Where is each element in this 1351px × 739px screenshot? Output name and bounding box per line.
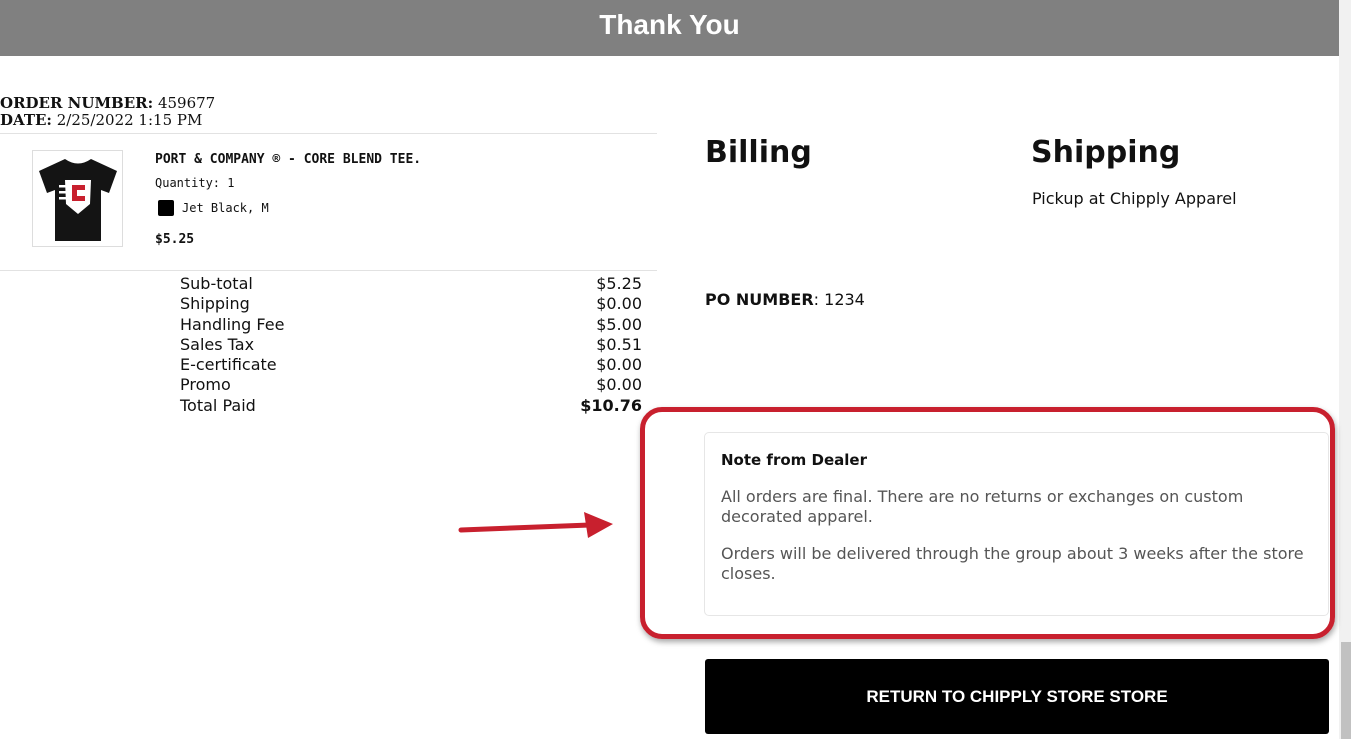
totals-amount: $10.76 [580,395,642,415]
page-title: Thank You [599,9,740,40]
totals-amount: $5.00 [596,314,642,334]
order-meta: ORDER NUMBER: 459677 DATE: 2/25/2022 1:1… [0,95,215,129]
scrollbar-track[interactable] [1339,0,1351,739]
totals-label: E-certificate [180,355,277,375]
totals-amount: $0.00 [596,375,642,395]
totals-amount: $0.00 [596,355,642,375]
order-number-line: ORDER NUMBER: 459677 [0,95,215,112]
totals-amount: $0.00 [596,294,642,314]
product-image [32,150,123,247]
black-tshirt-icon [39,159,117,241]
po-number-value: : 1234 [813,290,865,309]
order-date-label: DATE: [0,111,52,129]
totals-row: Sales Tax $0.51 [180,335,642,355]
product-variant-label: Jet Black, M [182,201,269,215]
totals-label: Promo [180,375,231,395]
dealer-note-paragraph: All orders are final. There are no retur… [721,487,1244,526]
totals-label: Handling Fee [180,314,285,334]
product-name: PORT & COMPANY ® - CORE BLEND TEE. [155,152,422,167]
color-swatch [158,200,174,216]
order-date-value: 2/25/2022 1:15 PM [56,111,203,129]
totals-row: Sub-total $5.25 [180,274,642,294]
po-number: PO NUMBER: 1234 [705,290,865,309]
shipping-heading: Shipping [1031,135,1181,170]
page-header: Thank You [0,0,1339,56]
totals-label: Shipping [180,294,250,314]
order-totals: Sub-total $5.25 Shipping $0.00 Handling Fe… [180,274,642,416]
totals-amount: $0.51 [596,334,642,354]
shipping-method: Pickup at Chipply Apparel [1032,189,1237,208]
totals-row: Promo $0.00 [180,375,642,395]
divider-bottom [0,270,657,271]
billing-heading: Billing [705,135,812,170]
order-number-label: ORDER NUMBER: [0,94,154,112]
totals-label: Sub-total [180,274,253,293]
dealer-note-paragraph: Orders will be delivered through the gro… [721,544,1304,583]
product-variant: Jet Black, M [158,200,269,216]
dealer-note-title: Note from Dealer [721,451,867,469]
totals-row: E-certificate $0.00 [180,355,642,375]
arrow-annotation-icon [458,512,613,538]
totals-row: Shipping $0.00 [180,294,642,314]
return-to-store-button[interactable]: RETURN TO CHIPPLY STORE STORE [705,659,1329,734]
divider-top [0,133,657,134]
order-number-value: 459677 [157,94,216,112]
po-number-label: PO NUMBER [705,290,814,309]
dealer-note: Note from Dealer All orders are final. T… [704,432,1329,616]
scrollbar-thumb[interactable] [1341,642,1351,739]
order-date-line: DATE: 2/25/2022 1:15 PM [0,112,215,129]
totals-row-total: Total Paid $10.76 [180,396,642,416]
totals-label: Total Paid [180,395,256,415]
totals-amount: $5.25 [596,274,642,293]
product-price: $5.25 [155,232,195,247]
totals-row: Handling Fee $5.00 [180,315,642,335]
totals-label: Sales Tax [180,334,255,354]
product-quantity: Quantity: 1 [155,176,235,190]
